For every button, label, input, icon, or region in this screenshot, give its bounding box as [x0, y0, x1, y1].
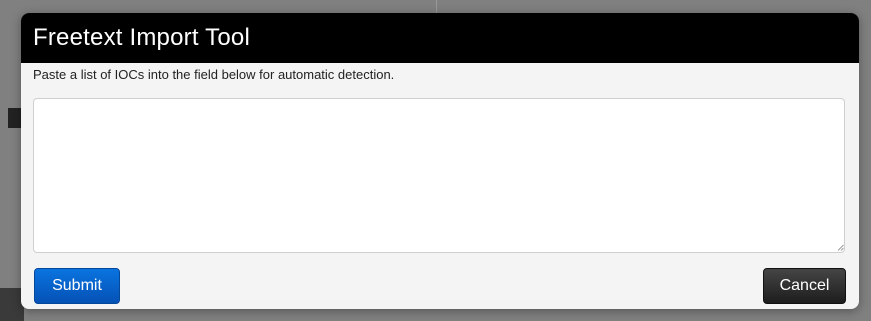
ioc-textarea[interactable]	[33, 98, 845, 253]
modal-header: Freetext Import Tool	[21, 13, 859, 63]
freetext-import-modal: Freetext Import Tool Paste a list of IOC…	[21, 13, 859, 309]
submit-button[interactable]: Submit	[34, 268, 120, 304]
background-divider	[436, 0, 437, 14]
cancel-button[interactable]: Cancel	[763, 268, 846, 304]
modal-title: Freetext Import Tool	[33, 24, 250, 51]
resize-grip-icon[interactable]	[837, 244, 844, 251]
modal-instructions: Paste a list of IOCs into the field belo…	[33, 67, 395, 82]
